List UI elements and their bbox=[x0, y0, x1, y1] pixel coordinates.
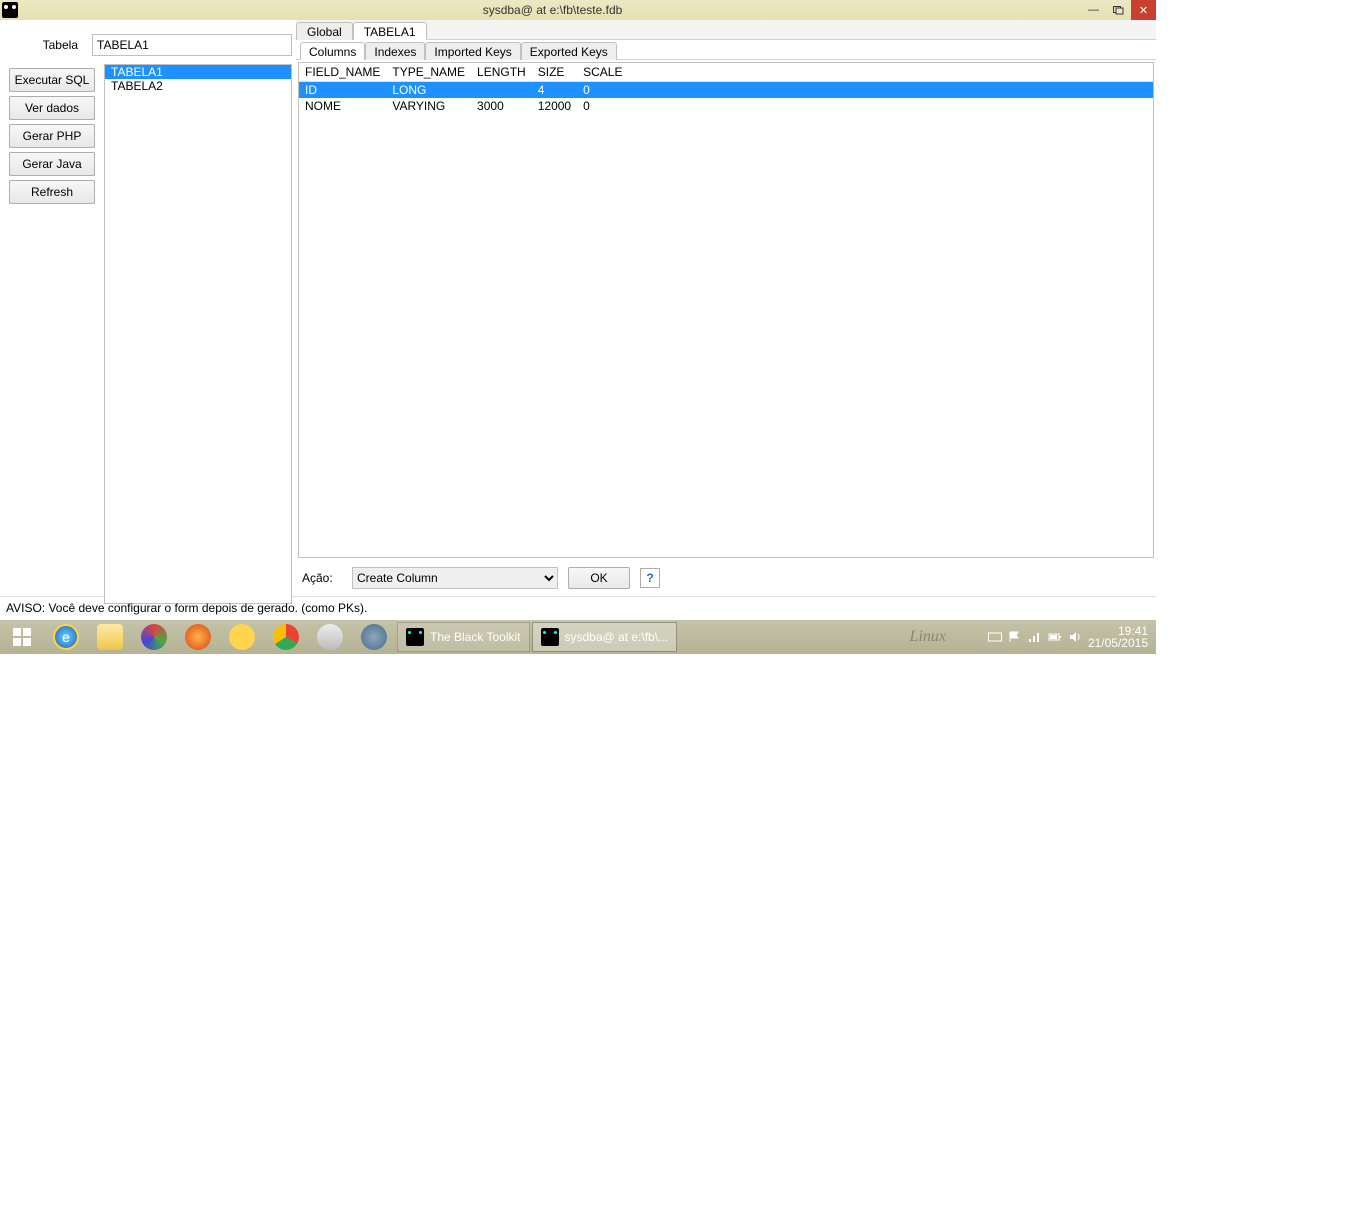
elephant-icon[interactable] bbox=[352, 620, 396, 654]
help-icon: ? bbox=[646, 571, 653, 585]
columns-table: FIELD_NAME TYPE_NAME LENGTH SIZE SCALE I… bbox=[299, 63, 1153, 114]
taskbar-label: sysdba@ at e:\fb\... bbox=[565, 630, 669, 644]
ok-button[interactable]: OK bbox=[568, 567, 630, 589]
subtab-columns[interactable]: Columns bbox=[300, 42, 365, 60]
chrome-alt-icon[interactable] bbox=[132, 620, 176, 654]
tool-icon[interactable] bbox=[220, 620, 264, 654]
system-tray: 19:41 21/05/2015 bbox=[988, 620, 1156, 654]
chrome-icon[interactable] bbox=[264, 620, 308, 654]
executar-sql-button[interactable]: Executar SQL bbox=[9, 68, 95, 92]
taskbar-app-toolkit[interactable]: The Black Toolkit bbox=[397, 622, 530, 652]
cell-size: 4 bbox=[532, 82, 577, 99]
tabela-label: Tabela bbox=[4, 38, 92, 52]
ie-icon[interactable]: e bbox=[44, 620, 88, 654]
cat-icon bbox=[406, 628, 424, 646]
volume-icon[interactable] bbox=[1068, 630, 1082, 644]
ver-dados-button[interactable]: Ver dados bbox=[9, 96, 95, 120]
keyboard-icon[interactable] bbox=[988, 630, 1002, 644]
cell-size: 12000 bbox=[532, 98, 577, 114]
main-tabs: Global TABELA1 bbox=[296, 20, 1156, 40]
network-icon[interactable] bbox=[1028, 630, 1042, 644]
sub-tabs: Columns Indexes Imported Keys Exported K… bbox=[296, 40, 1156, 60]
maximize-button[interactable] bbox=[1106, 0, 1131, 20]
columns-grid[interactable]: FIELD_NAME TYPE_NAME LENGTH SIZE SCALE I… bbox=[298, 62, 1154, 558]
table-row[interactable]: ID LONG 4 0 bbox=[299, 82, 1153, 99]
status-text: AVISO: Você deve configurar o form depoi… bbox=[6, 601, 367, 615]
col-header-type-name[interactable]: TYPE_NAME bbox=[386, 63, 471, 82]
close-button[interactable]: ✕ bbox=[1131, 0, 1156, 20]
status-bar: AVISO: Você deve configurar o form depoi… bbox=[0, 596, 1156, 618]
cell-scale: 0 bbox=[577, 82, 1153, 99]
refresh-button[interactable]: Refresh bbox=[9, 180, 95, 204]
tab-tabela1[interactable]: TABELA1 bbox=[353, 22, 427, 40]
battery-icon[interactable] bbox=[1048, 630, 1062, 644]
col-header-field-name[interactable]: FIELD_NAME bbox=[299, 63, 386, 82]
taskbar-app-sysdba[interactable]: sysdba@ at e:\fb\... bbox=[532, 622, 678, 652]
gerar-java-button[interactable]: Gerar Java bbox=[9, 152, 95, 176]
action-label: Ação: bbox=[302, 571, 342, 585]
titlebar: sysdba@ at e:\fb\teste.fdb — ✕ bbox=[0, 0, 1156, 20]
clock[interactable]: 19:41 21/05/2015 bbox=[1088, 625, 1148, 649]
minimize-button[interactable]: — bbox=[1081, 0, 1106, 20]
window-title: sysdba@ at e:\fb\teste.fdb bbox=[24, 3, 1081, 17]
table-list-item[interactable]: TABELA2 bbox=[105, 79, 291, 93]
tabela-input[interactable] bbox=[92, 34, 292, 56]
swirl-icon[interactable] bbox=[308, 620, 352, 654]
sidebar: Tabela Executar SQL Ver dados Gerar PHP … bbox=[0, 20, 296, 596]
cell-length bbox=[471, 82, 532, 99]
col-header-length[interactable]: LENGTH bbox=[471, 63, 532, 82]
tabela-row: Tabela bbox=[4, 34, 292, 56]
app-icon bbox=[2, 2, 18, 18]
subtab-exported-keys[interactable]: Exported Keys bbox=[521, 42, 617, 60]
cell-type-name: VARYING bbox=[386, 98, 471, 114]
tab-global[interactable]: Global bbox=[296, 22, 353, 40]
main-panel: Global TABELA1 Columns Indexes Imported … bbox=[296, 20, 1156, 596]
clock-date: 21/05/2015 bbox=[1088, 637, 1148, 649]
app-window: sysdba@ at e:\fb\teste.fdb — ✕ Tabela Ex… bbox=[0, 0, 1156, 620]
explorer-icon[interactable] bbox=[88, 620, 132, 654]
cat-icon bbox=[541, 628, 559, 646]
subtab-imported-keys[interactable]: Imported Keys bbox=[425, 42, 520, 60]
cell-field-name: NOME bbox=[299, 98, 386, 114]
col-header-scale[interactable]: SCALE bbox=[577, 63, 1153, 82]
table-list[interactable]: TABELA1 TABELA2 bbox=[104, 64, 292, 604]
content-area: Tabela Executar SQL Ver dados Gerar PHP … bbox=[0, 20, 1156, 596]
table-list-item[interactable]: TABELA1 bbox=[105, 65, 291, 79]
cell-length: 3000 bbox=[471, 98, 532, 114]
table-row[interactable]: NOME VARYING 3000 12000 0 bbox=[299, 98, 1153, 114]
col-header-size[interactable]: SIZE bbox=[532, 63, 577, 82]
action-bar: Ação: Create Column OK ? bbox=[296, 560, 1156, 596]
firefox-icon[interactable] bbox=[176, 620, 220, 654]
start-button[interactable] bbox=[0, 620, 44, 654]
gerar-php-button[interactable]: Gerar PHP bbox=[9, 124, 95, 148]
brand-watermark: Linux bbox=[910, 628, 946, 646]
cell-type-name: LONG bbox=[386, 82, 471, 99]
taskbar: e The Black Toolkit sysdba@ at e:\fb\...… bbox=[0, 620, 1156, 654]
taskbar-label: The Black Toolkit bbox=[430, 630, 521, 644]
sidebar-buttons: Executar SQL Ver dados Gerar PHP Gerar J… bbox=[4, 64, 100, 208]
help-button[interactable]: ? bbox=[640, 568, 660, 588]
cell-field-name: ID bbox=[299, 82, 386, 99]
action-select[interactable]: Create Column bbox=[352, 567, 558, 589]
flag-icon[interactable] bbox=[1008, 630, 1022, 644]
cell-scale: 0 bbox=[577, 98, 1153, 114]
subtab-indexes[interactable]: Indexes bbox=[365, 42, 425, 60]
